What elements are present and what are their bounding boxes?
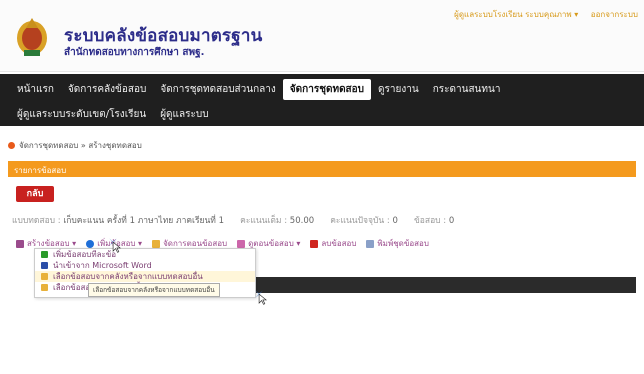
plus-icon bbox=[41, 251, 48, 258]
add-icon bbox=[86, 239, 95, 248]
full-score-label: คะแนนเต็ม : bbox=[240, 216, 288, 226]
delete-exam-button[interactable]: ลบข้อสอบ bbox=[310, 237, 356, 250]
nav-home[interactable]: หน้าแรก bbox=[10, 79, 61, 100]
nav-row-secondary: ผู้ดูแลระบบระดับเขต/โรงเรียน ผู้ดูแลระบบ bbox=[10, 104, 216, 125]
table-icon bbox=[41, 284, 48, 291]
item-count-label: ข้อสอบ : bbox=[413, 216, 447, 226]
main-nav: หน้าแรก จัดการคลังข้อสอบ จัดการชุดทดสอบส… bbox=[0, 74, 644, 126]
delete-icon bbox=[310, 239, 319, 248]
section-icon bbox=[152, 239, 161, 248]
print-exam-button[interactable]: พิมพ์ชุดข้อสอบ bbox=[366, 237, 429, 250]
app-subtitle: สำนักทดสอบทางการศึกษา สพฐ. bbox=[64, 47, 205, 58]
obec-logo-icon bbox=[17, 18, 47, 56]
edit-icon bbox=[16, 239, 24, 248]
full-score-value: 50.00 bbox=[289, 216, 315, 226]
nav-item-bank[interactable]: จัดการคลังข้อสอบ bbox=[61, 79, 153, 100]
table-header-bar bbox=[256, 277, 636, 293]
test-label: แบบทดสอบ : bbox=[12, 216, 61, 226]
print-icon bbox=[366, 239, 375, 248]
nav-forum[interactable]: กระดานสนทนา bbox=[426, 79, 508, 100]
item-count-value: 0 bbox=[448, 216, 455, 226]
nav-reports[interactable]: ดูรายงาน bbox=[371, 79, 426, 100]
nav-area-admin[interactable]: ผู้ดูแลระบบระดับเขต/โรงเรียน bbox=[10, 104, 153, 125]
click-cursor-icon bbox=[109, 238, 121, 253]
nav-row-primary: หน้าแรก จัดการคลังข้อสอบ จัดการชุดทดสอบส… bbox=[10, 79, 507, 100]
nav-admin[interactable]: ผู้ดูแลระบบ bbox=[153, 104, 215, 125]
word-icon bbox=[41, 262, 48, 269]
view-icon bbox=[237, 239, 246, 248]
pointer-cursor-icon bbox=[255, 290, 267, 305]
panel-header: รายการข้อสอบ bbox=[8, 161, 636, 177]
user-account-link[interactable]: ผู้ดูแลระบบโรงเรียน ระบบคุณภาพ ▾ bbox=[454, 10, 578, 19]
user-menu[interactable]: ผู้ดูแลระบบโรงเรียน ระบบคุณภาพ ▾ ออกจากร… bbox=[444, 8, 638, 21]
current-score-value: 0 bbox=[392, 216, 398, 226]
back-button[interactable]: กลับ bbox=[16, 186, 54, 202]
logout-link[interactable]: ออกจากระบบ bbox=[591, 10, 638, 19]
nav-central-tests[interactable]: จัดการชุดทดสอบส่วนกลาง bbox=[153, 79, 282, 100]
nav-manage-tests[interactable]: จัดการชุดทดสอบ bbox=[282, 79, 372, 100]
current-score-label: คะแนนปัจจุบัน : bbox=[330, 216, 390, 226]
breadcrumb-text[interactable]: จัดการชุดทดสอบ » สร้างชุดทดสอบ bbox=[19, 139, 142, 152]
breadcrumb-icon bbox=[8, 142, 15, 149]
test-info: แบบทดสอบ : เก็บคะแนน ครั้งที่ 1 ภาษาไทย … bbox=[12, 213, 454, 227]
breadcrumb: จัดการชุดทดสอบ » สร้างชุดทดสอบ bbox=[8, 139, 142, 152]
option-tooltip: เลือกข้อสอบจากคลังหรือจากแบบทดสอบอื่น bbox=[88, 283, 220, 297]
folder-icon bbox=[41, 273, 48, 280]
page-header: ระบบคลังข้อสอบมาตรฐาน สำนักทดสอบทางการศึ… bbox=[0, 0, 644, 72]
test-name: เก็บคะแนน ครั้งที่ 1 ภาษาไทย ภาคเรียนที่… bbox=[63, 216, 225, 226]
